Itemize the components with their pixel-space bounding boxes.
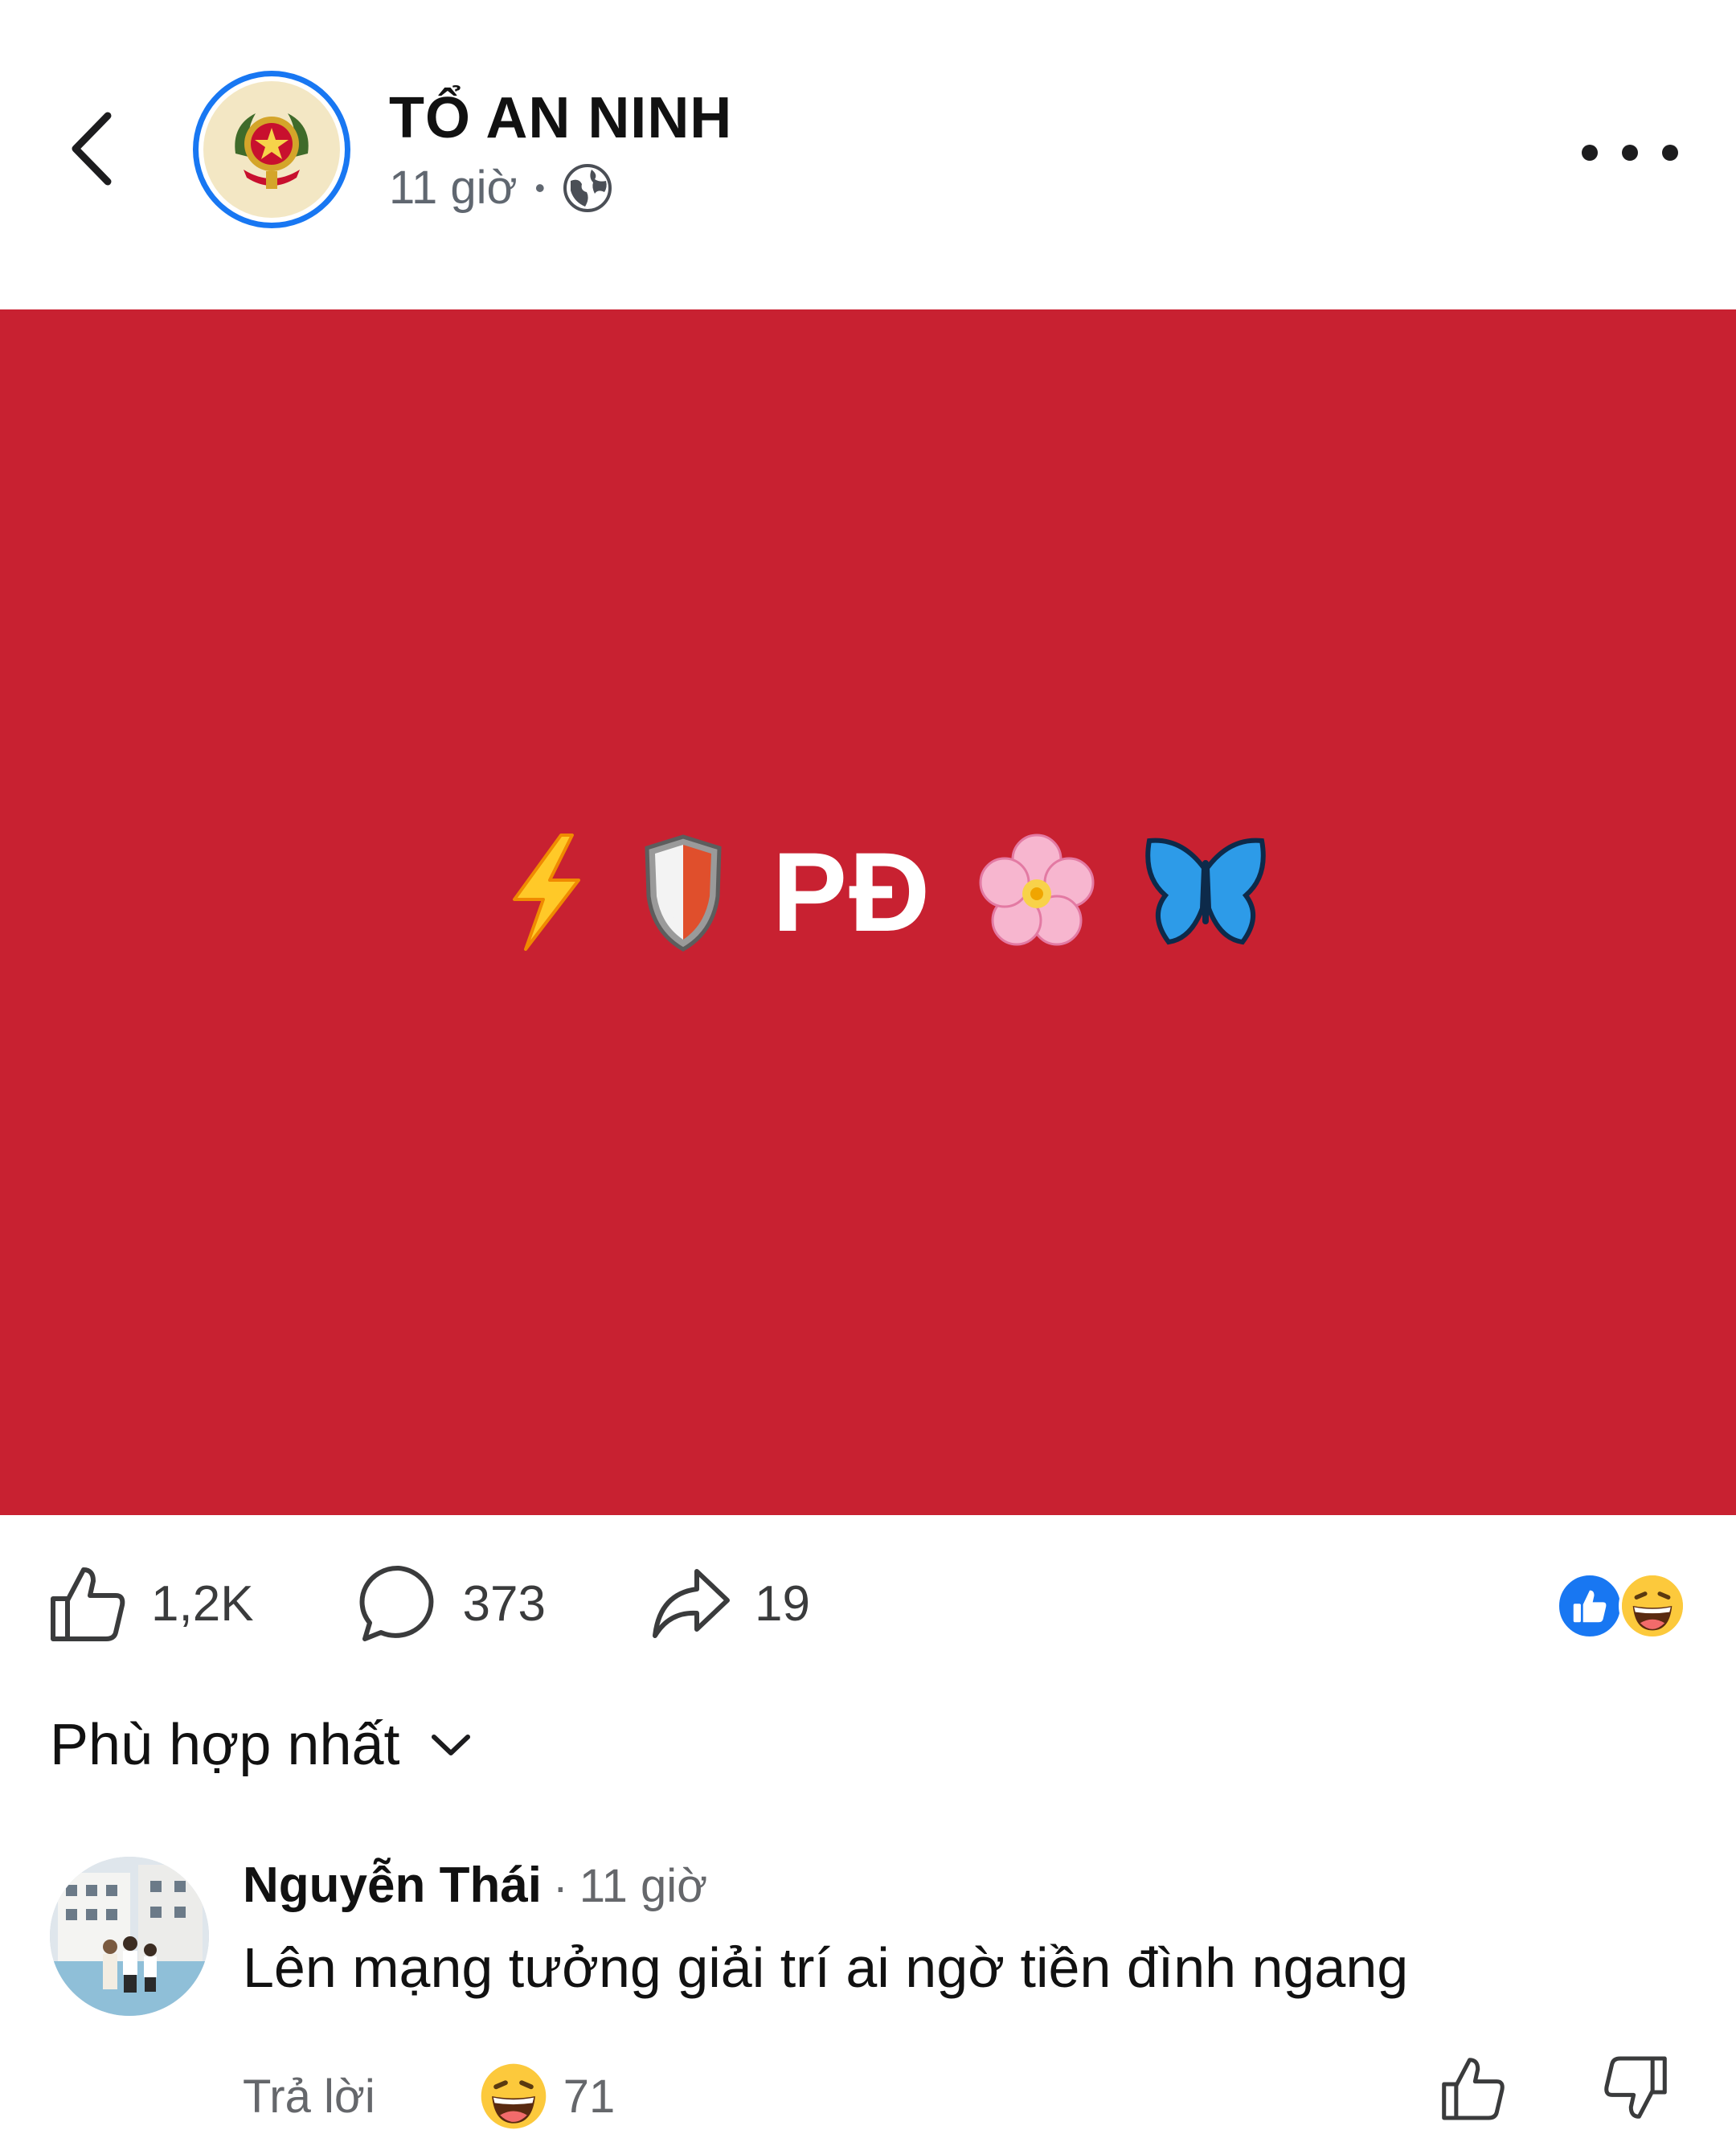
chevron-left-icon <box>72 112 112 186</box>
thumbs-up-icon <box>1442 2058 1505 2120</box>
comment-dislike-button[interactable] <box>1603 2054 1670 2126</box>
comment-time: 11 giờ <box>579 1860 708 1912</box>
haha-reaction-icon <box>481 2063 547 2129</box>
page-name[interactable]: TỔ AN NINH <box>389 85 732 151</box>
comment-text: Lên mạng tưởng giải trí ai ngờ tiền đình… <box>243 1936 1409 1999</box>
comment-reactions[interactable]: 71 <box>480 2062 616 2130</box>
thumbs-up-icon <box>51 1567 125 1641</box>
share-count: 19 <box>755 1575 810 1632</box>
page-avatar[interactable] <box>193 71 350 228</box>
comment-bubble-icon <box>359 1565 433 1641</box>
share-arrow-icon <box>653 1569 730 1638</box>
banner-text: PĐ <box>772 829 932 955</box>
thumbs-down-icon <box>1604 2056 1667 2119</box>
like-count: 1,2K <box>151 1575 254 1632</box>
share-button[interactable]: 19 <box>650 1563 810 1644</box>
lightning-icon <box>513 834 580 951</box>
comment-sort-dropdown[interactable]: Phù hợp nhất <box>50 1712 473 1778</box>
comment-button[interactable]: 373 <box>358 1563 546 1644</box>
reply-button[interactable]: Trả lời <box>243 2070 375 2124</box>
post-actions: 1,2K 373 19 <box>47 1559 810 1648</box>
commenter-avatar[interactable] <box>50 1857 209 2016</box>
meta-separator: • <box>534 170 546 204</box>
haha-reaction-icon <box>1619 1572 1686 1640</box>
post-meta: 11 giờ • <box>389 161 612 215</box>
comment-header: Nguyễn Thái · 11 giờ <box>243 1857 707 1914</box>
comment-author[interactable]: Nguyễn Thái <box>243 1857 542 1914</box>
comment-footer: Trả lời 71 <box>243 2062 615 2130</box>
sort-label: Phù hợp nhất <box>50 1713 400 1777</box>
butterfly-icon <box>1145 838 1266 945</box>
comment-like-button[interactable] <box>1439 2054 1506 2126</box>
comment-reaction-count: 71 <box>563 2070 616 2123</box>
comment-count: 373 <box>462 1575 546 1632</box>
shield-icon <box>645 834 722 952</box>
chevron-down-icon <box>431 1735 470 1755</box>
police-emblem-logo <box>203 81 340 218</box>
back-button[interactable] <box>48 88 137 209</box>
like-reaction-icon <box>1556 1572 1623 1640</box>
globe-icon <box>563 163 612 212</box>
like-button[interactable]: 1,2K <box>47 1563 254 1644</box>
more-options-button[interactable] <box>1582 121 1678 185</box>
cherry-blossom-icon <box>979 834 1095 946</box>
post-banner: PĐ <box>498 824 1270 961</box>
reaction-summary[interactable] <box>1556 1572 1693 1640</box>
post-time: 11 giờ <box>389 162 518 214</box>
comment-separator: · <box>553 1861 568 1911</box>
more-horizontal-icon <box>1582 145 1598 161</box>
